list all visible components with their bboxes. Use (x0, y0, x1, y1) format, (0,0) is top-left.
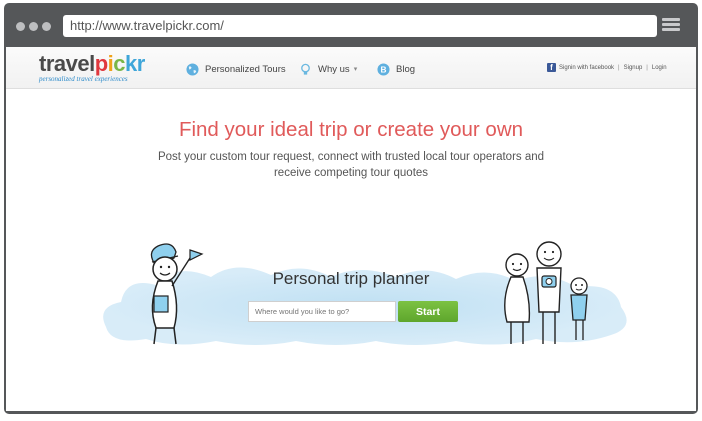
start-button[interactable]: Start (398, 301, 458, 322)
facebook-icon[interactable]: f (547, 63, 556, 72)
address-bar[interactable]: http://www.travelpickr.com/ (63, 15, 657, 37)
window-dot-icon[interactable] (42, 22, 51, 31)
separator: | (646, 64, 648, 71)
logo-tagline: personalized travel experiences (39, 75, 128, 83)
nav-blog[interactable]: B Blog (377, 61, 415, 77)
facebook-signin-link[interactable]: Signin with facebook (559, 65, 614, 71)
logo-wordmark: travelpickr (39, 51, 145, 76)
planner-title: Personal trip planner (272, 269, 430, 288)
blogger-icon: B (377, 62, 390, 76)
auth-links: f Signin with facebook | Signup | Login (547, 63, 667, 72)
hero-subline: Post your custom tour request, connect w… (6, 149, 696, 181)
nav-label: Why us (318, 63, 350, 75)
hero-subline-line-1: Post your custom tour request, connect w… (157, 151, 545, 163)
traveler-illustration (150, 243, 204, 345)
browser-window: http://www.travelpickr.com/ travelpickr … (4, 3, 698, 414)
globe-icon (186, 62, 199, 76)
window-dot-icon[interactable] (29, 22, 38, 31)
chevron-down-icon: ▾ (353, 66, 358, 73)
lightbulb-icon (301, 63, 310, 75)
hero-subline-line-2: receive competing tour quotes (273, 167, 429, 179)
page-viewport: travelpickr personalized travel experien… (6, 47, 696, 411)
svg-text:B: B (380, 64, 386, 74)
login-link[interactable]: Login (652, 65, 667, 71)
destination-search-input[interactable] (248, 301, 396, 322)
nav-why-us[interactable]: Why us ▾ (299, 61, 357, 77)
hero-headline: Find your ideal trip or create your own (178, 118, 524, 141)
logo[interactable]: travelpickr personalized travel experien… (39, 51, 145, 84)
site-header: travelpickr personalized travel experien… (6, 47, 696, 89)
menu-icon[interactable] (662, 18, 680, 32)
separator: | (618, 64, 620, 71)
nav-label: Personalized Tours (205, 63, 286, 75)
family-illustration (504, 241, 588, 344)
window-dot-icon[interactable] (16, 22, 25, 31)
nav-label: Blog (396, 63, 416, 75)
browser-titlebar: http://www.travelpickr.com/ (4, 3, 698, 47)
signup-link[interactable]: Signup (624, 65, 643, 71)
nav-personalized-tours[interactable]: Personalized Tours (186, 61, 286, 77)
